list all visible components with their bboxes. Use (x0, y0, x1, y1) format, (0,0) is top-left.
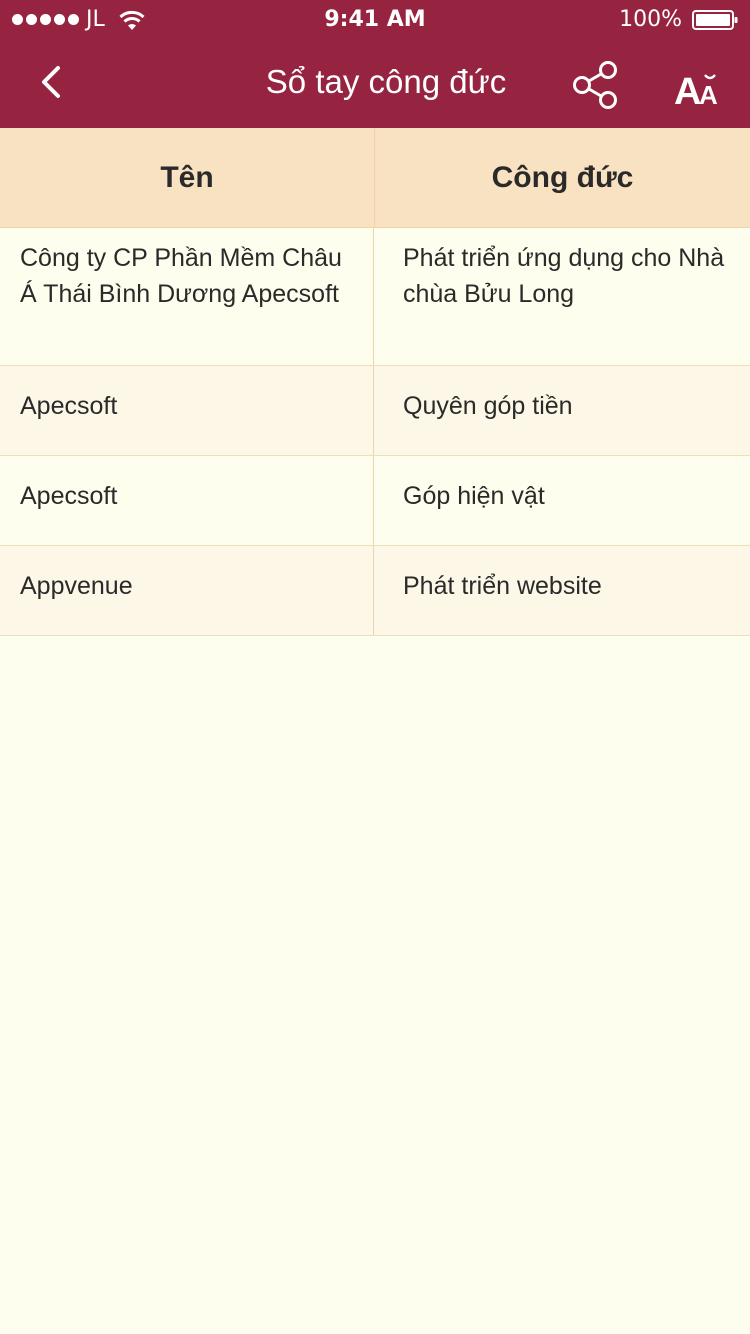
cell-name: Apecsoft (0, 366, 374, 455)
column-header-merit: Công đức (491, 160, 634, 194)
cell-merit: Quyên góp tiền (403, 392, 573, 420)
svg-text:A: A (699, 80, 718, 108)
table-row[interactable]: Appvenue Phát triển website (0, 546, 750, 636)
page-title: Sổ tay công đức (265, 63, 507, 100)
cell-merit: Góp hiện vật (403, 482, 545, 510)
battery-percentage: 100% (619, 7, 682, 32)
cell-merit: Phát triển website (403, 572, 602, 600)
table-row[interactable]: Công ty CP Phần Mềm Châu Á Thái Bình Dươ… (0, 228, 750, 366)
font-size-icon[interactable]: A A (672, 68, 728, 108)
table-row[interactable]: Apecsoft Góp hiện vật (0, 456, 750, 546)
table-row[interactable]: Apecsoft Quyên góp tiền (0, 366, 750, 456)
svg-text:A: A (674, 71, 701, 108)
column-header-name: Tên (0, 128, 375, 227)
cell-name: Công ty CP Phần Mềm Châu Á Thái Bình Dươ… (0, 228, 374, 365)
cell-name: Apecsoft (0, 456, 374, 545)
share-icon[interactable] (570, 60, 620, 110)
cell-merit: Phát triển ứng dụng cho Nhà chùa Bửu Lon… (403, 244, 725, 308)
merit-table: Tên Công đức Công ty CP Phần Mềm Châu Á … (0, 128, 750, 636)
app-header: JL 9:41 AM 100% Sổ tay công đức A A (0, 0, 750, 128)
table-header-row: Tên Công đức (0, 128, 750, 228)
status-bar: JL 9:41 AM 100% (0, 0, 750, 40)
battery-icon (692, 10, 738, 30)
cell-name: Appvenue (0, 546, 374, 635)
